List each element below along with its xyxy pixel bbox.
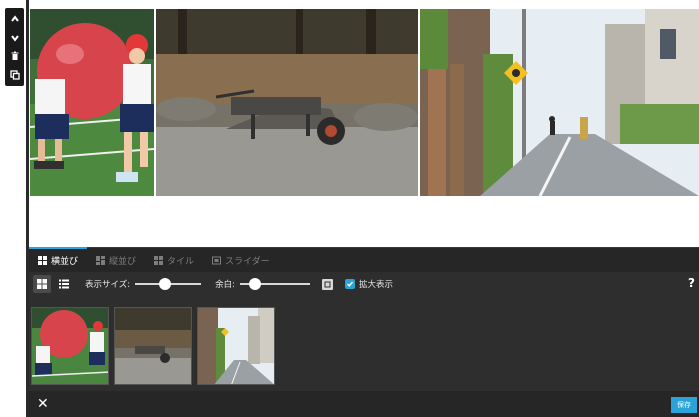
margin-slider[interactable] (239, 278, 310, 290)
layout-tabs: 横並び 縦並び タイル スライダー (29, 247, 699, 272)
gallery-photo-children-ball[interactable] (30, 9, 154, 196)
list-view-icon (59, 279, 69, 289)
move-down-button[interactable] (6, 29, 23, 46)
gallery-preview (30, 9, 699, 196)
tab-label: 縦並び (109, 256, 137, 267)
grid-icon (154, 255, 164, 265)
display-size-label: 表示サイズ: (85, 280, 131, 290)
checkmark-icon (346, 281, 354, 287)
columns-icon (96, 255, 106, 265)
close-button[interactable]: ✕ (37, 396, 49, 412)
tab-slider[interactable]: スライダー (203, 248, 279, 272)
chevron-up-icon (10, 15, 19, 22)
slider-knob[interactable] (248, 278, 261, 290)
gallery-photo-wheelbarrow[interactable] (156, 9, 418, 196)
reset-margin-button[interactable] (321, 278, 333, 290)
slider-icon (212, 256, 222, 264)
gallery-options: 表示サイズ: 余白: 拡大表示 (29, 274, 699, 294)
thumbnail-children-ball[interactable] (31, 307, 109, 385)
margin-label: 余白: (215, 280, 235, 290)
duplicate-button[interactable] (6, 66, 23, 83)
list-view-button[interactable] (55, 275, 73, 293)
chevron-down-icon (10, 35, 19, 42)
help-button[interactable]: ? (688, 276, 695, 290)
tiles-icon (38, 256, 47, 265)
thumbnail-street[interactable] (197, 307, 275, 385)
delete-button[interactable] (6, 48, 23, 65)
grid-view-icon (37, 279, 47, 289)
gallery-photo-street[interactable] (420, 9, 699, 196)
thumbnail-wheelbarrow[interactable] (114, 307, 192, 385)
display-size-slider[interactable] (135, 278, 202, 290)
block-toolbar (5, 8, 24, 86)
tab-vertical[interactable]: 縦並び (87, 248, 145, 272)
grid-view-button[interactable] (33, 275, 51, 293)
tab-tile[interactable]: タイル (145, 248, 203, 272)
panel-footer: ✕ 保存 (29, 391, 699, 417)
enlarge-label: 拡大表示 (358, 280, 393, 290)
gallery-settings-panel: 横並び 縦並び タイル スライダー 表示サイズ: 余白: 拡大表示 ? ✕ 保存 (29, 247, 699, 417)
thumbnail-list (31, 307, 275, 385)
trash-icon (11, 51, 18, 61)
copy-icon (9, 70, 20, 80)
move-up-button[interactable] (6, 11, 23, 28)
save-button[interactable]: 保存 (671, 397, 697, 413)
tab-label: スライダー (225, 256, 270, 267)
slider-knob[interactable] (159, 278, 172, 290)
tab-label: 横並び (51, 257, 79, 267)
tab-horizontal[interactable]: 横並び (29, 247, 88, 272)
tab-label: タイル (167, 256, 195, 267)
enlarge-checkbox[interactable] (344, 279, 355, 289)
reset-icon (324, 281, 331, 287)
